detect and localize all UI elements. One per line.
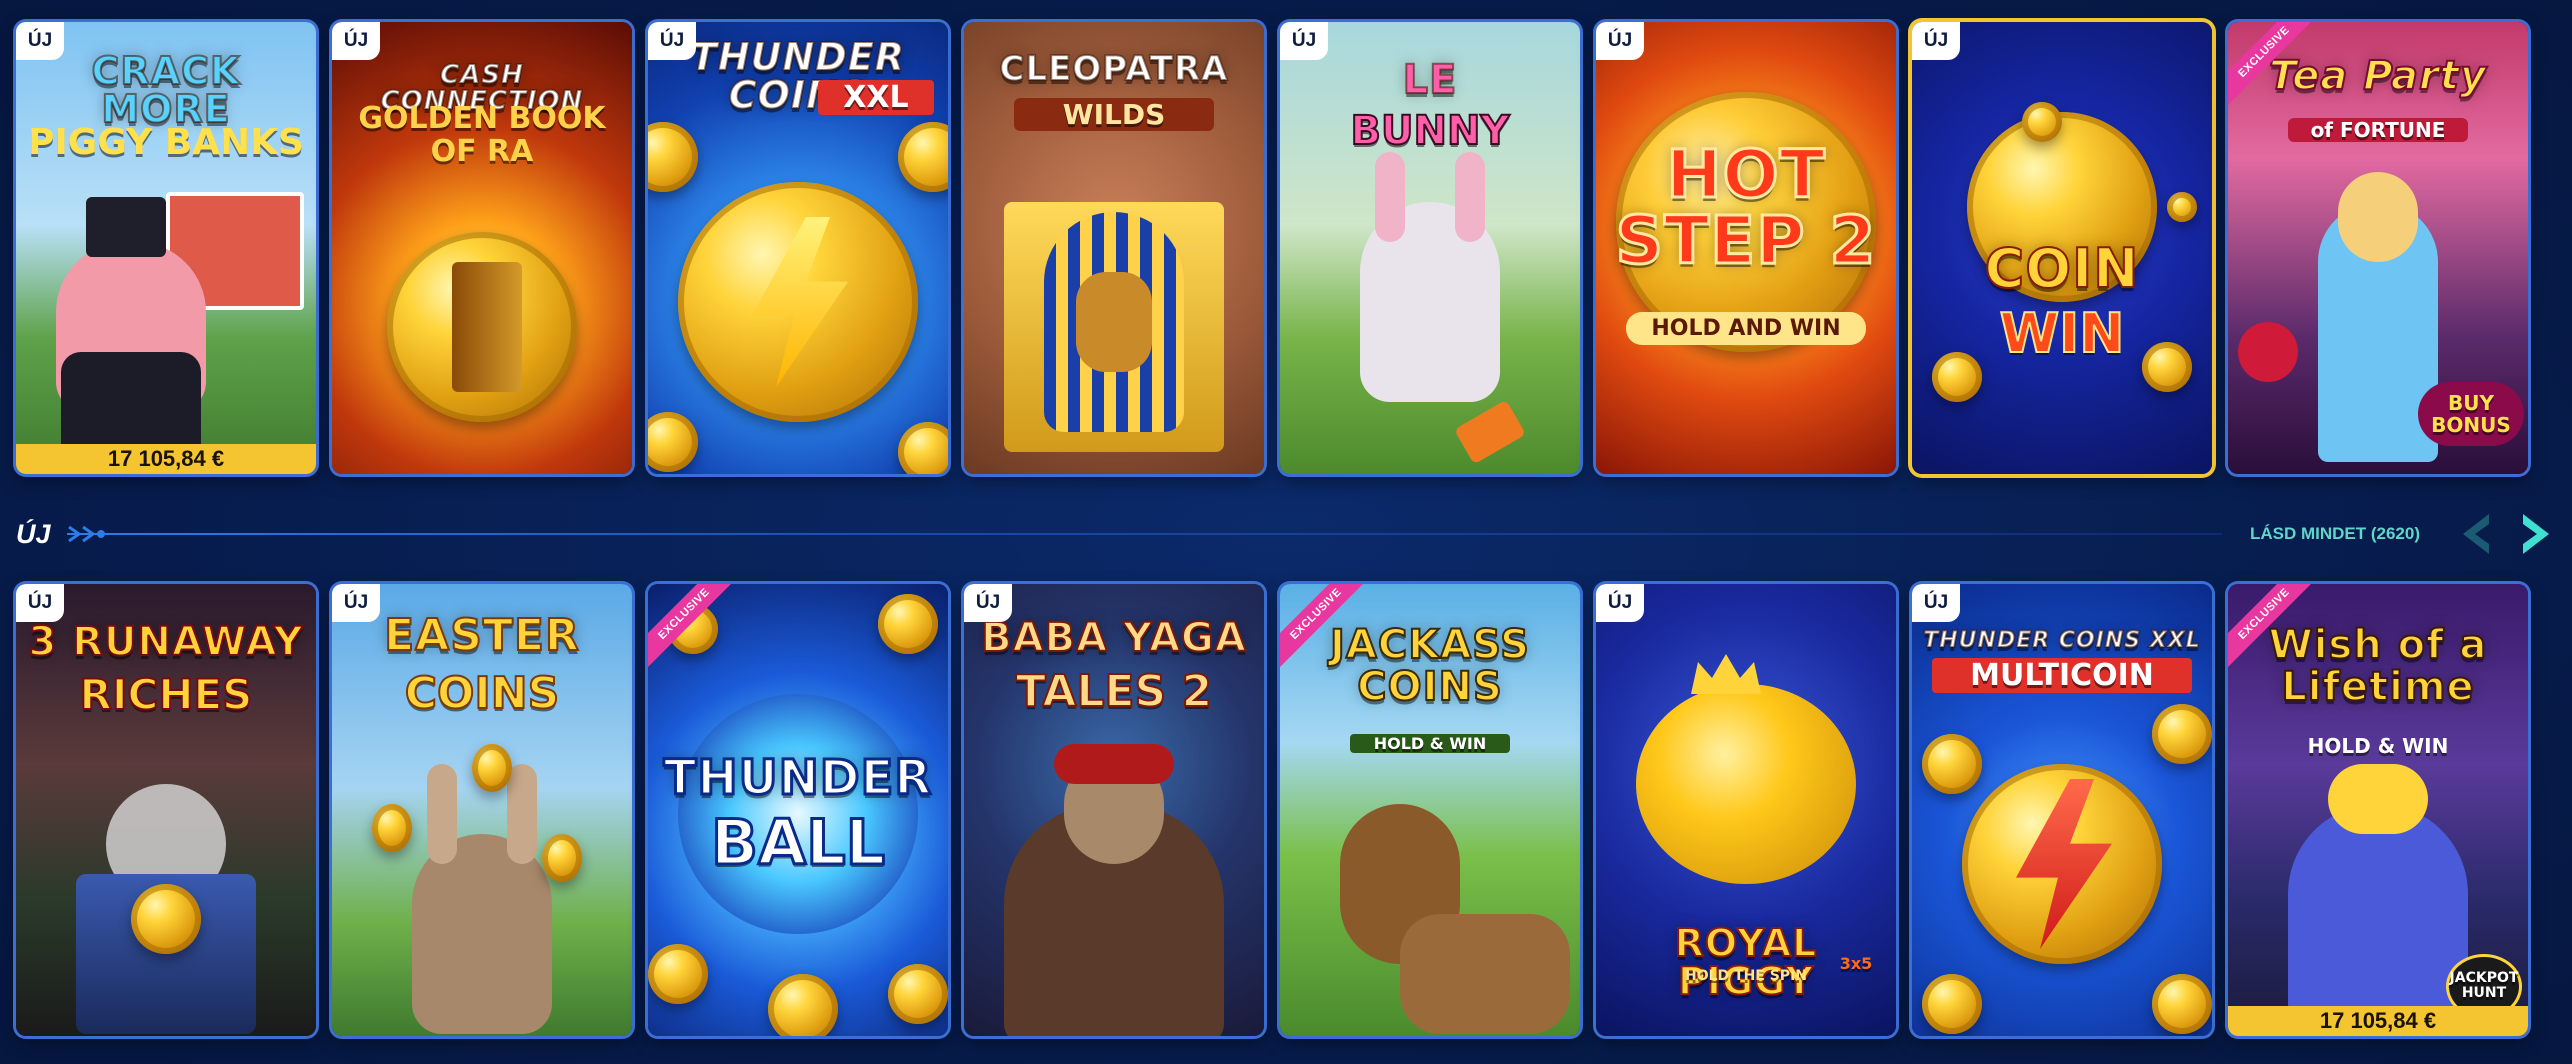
new-badge: ÚJ: [1280, 22, 1328, 60]
see-all-link[interactable]: LÁSD MINDET (2620): [2250, 524, 2420, 544]
game-tile-cleopatra-wilds[interactable]: CLEOPATRA WILDS: [964, 22, 1264, 474]
carousel-prev-button[interactable]: [2456, 512, 2496, 556]
new-badge: ÚJ: [1912, 22, 1960, 60]
new-badge: ÚJ: [16, 22, 64, 60]
game-title: CRACK MORE: [91, 49, 241, 131]
game-title: THUNDER: [662, 750, 933, 806]
section-title: ÚJ: [16, 518, 51, 549]
game-tile-crack-more-piggy-banks[interactable]: ÚJ CRACK MORE PIGGY BANKS 17 105,84 €: [16, 22, 316, 474]
game-tile-wish-of-a-lifetime[interactable]: EXCLUSIVE Wish of a Lifetime HOLD & WIN …: [2228, 584, 2528, 1036]
new-badge: ÚJ: [1596, 22, 1644, 60]
new-badge: ÚJ: [1596, 584, 1644, 622]
new-badge: ÚJ: [332, 584, 380, 622]
game-tile-baba-yaga-tales-2[interactable]: ÚJ BABA YAGA TALES 2: [964, 584, 1264, 1036]
jackpot-amount: 17 105,84 €: [2228, 1006, 2528, 1036]
game-title: Tea Party: [2268, 53, 2487, 99]
section-divider: [66, 525, 2222, 543]
game-subtitle: BALL: [709, 805, 886, 881]
game-tile-tea-party-of-fortune[interactable]: EXCLUSIVE Tea Party of FORTUNE BUY BONUS: [2228, 22, 2528, 474]
game-title: JACKASS COINS: [1329, 622, 1530, 710]
game-tile-3-runaway-riches[interactable]: ÚJ 3 RUNAWAY RICHES: [16, 584, 316, 1036]
game-tile-jackass-coins[interactable]: EXCLUSIVE JACKASS COINS HOLD & WIN: [1280, 584, 1580, 1036]
game-subtitle: WILDS: [1014, 98, 1214, 131]
new-badge: ÚJ: [648, 22, 696, 60]
game-tile-golden-book-of-ra[interactable]: ÚJ CASH CONNECTION GOLDEN BOOK OF RA: [332, 22, 632, 474]
game-variant: 3x5: [1839, 954, 1873, 973]
game-title: BABA YAGA: [980, 615, 1247, 661]
chevron-right-icon: [2523, 514, 2549, 554]
carousel-next-button[interactable]: [2516, 512, 2556, 556]
game-subtitle: HOLD & WIN: [1350, 734, 1510, 753]
jackpot-amount: 17 105,84 €: [16, 444, 316, 474]
game-title: CLEOPATRA: [999, 49, 1229, 89]
game-subtitle: MULTICOIN: [1932, 658, 2192, 693]
game-title: COIN: [1984, 237, 2140, 300]
game-tile-coin-win[interactable]: ÚJ COIN WIN: [1912, 22, 2212, 474]
game-title: Wish of a Lifetime: [2268, 622, 2488, 710]
game-tile-royal-piggy[interactable]: ÚJ ROYAL PIGGY HOLD THE SPIN 3x5: [1596, 584, 1896, 1036]
game-title: THUNDER COINS XXL: [1922, 628, 2201, 653]
new-badge: ÚJ: [1912, 584, 1960, 622]
game-subtitle: XXL: [818, 80, 934, 115]
chevron-left-icon: [2463, 514, 2489, 554]
game-title: HOT STEP 2: [1614, 136, 1877, 279]
game-subtitle: COINS: [404, 667, 561, 720]
game-subtitle: TALES 2: [1015, 665, 1213, 718]
game-subtitle: RICHES: [79, 669, 254, 720]
game-subtitle: WIN: [1999, 301, 2126, 366]
game-art: [964, 22, 1264, 474]
game-tile-le-bunny[interactable]: ÚJ LE BUNNY: [1280, 22, 1580, 474]
game-subtitle: of FORTUNE: [2288, 118, 2468, 142]
game-title: EASTER: [383, 610, 580, 661]
new-badge: ÚJ: [16, 584, 64, 622]
game-tile-easter-coins[interactable]: ÚJ EASTER COINS: [332, 584, 632, 1036]
buy-bonus-badge: BUY BONUS: [2418, 382, 2524, 446]
game-subtitle: BUNNY: [1350, 107, 1511, 155]
game-subtitle: HOLD & WIN: [2307, 734, 2449, 758]
new-badge: ÚJ: [332, 22, 380, 60]
arrow-decoration-icon: [67, 525, 105, 543]
game-tile-thunder-coins-xxl[interactable]: ÚJ THUNDER COINS XXL: [648, 22, 948, 474]
game-subtitle: HOLD AND WIN: [1626, 312, 1866, 345]
new-badge: ÚJ: [964, 584, 1012, 622]
game-row-bottom: ÚJ 3 RUNAWAY RICHES ÚJ EASTER COINS EXCL…: [16, 584, 2556, 1036]
game-tile-thunder-ball[interactable]: EXCLUSIVE THUNDER BALL: [648, 584, 948, 1036]
game-title: LE: [1402, 57, 1458, 103]
game-subtitle: PIGGY BANKS: [28, 122, 304, 163]
section-header-new: ÚJ LÁSD MINDET (2620): [16, 508, 2556, 560]
game-title: 3 RUNAWAY: [27, 619, 304, 665]
game-tile-thunder-coins-xxl-multicoin[interactable]: ÚJ THUNDER COINS XXL MULTICOIN: [1912, 584, 2212, 1036]
game-row-top: ÚJ CRACK MORE PIGGY BANKS 17 105,84 € ÚJ…: [16, 22, 2556, 474]
game-tile-hot-step-2[interactable]: ÚJ HOT STEP 2 HOLD AND WIN: [1596, 22, 1896, 474]
game-subtitle: GOLDEN BOOK OF RA: [358, 101, 606, 169]
